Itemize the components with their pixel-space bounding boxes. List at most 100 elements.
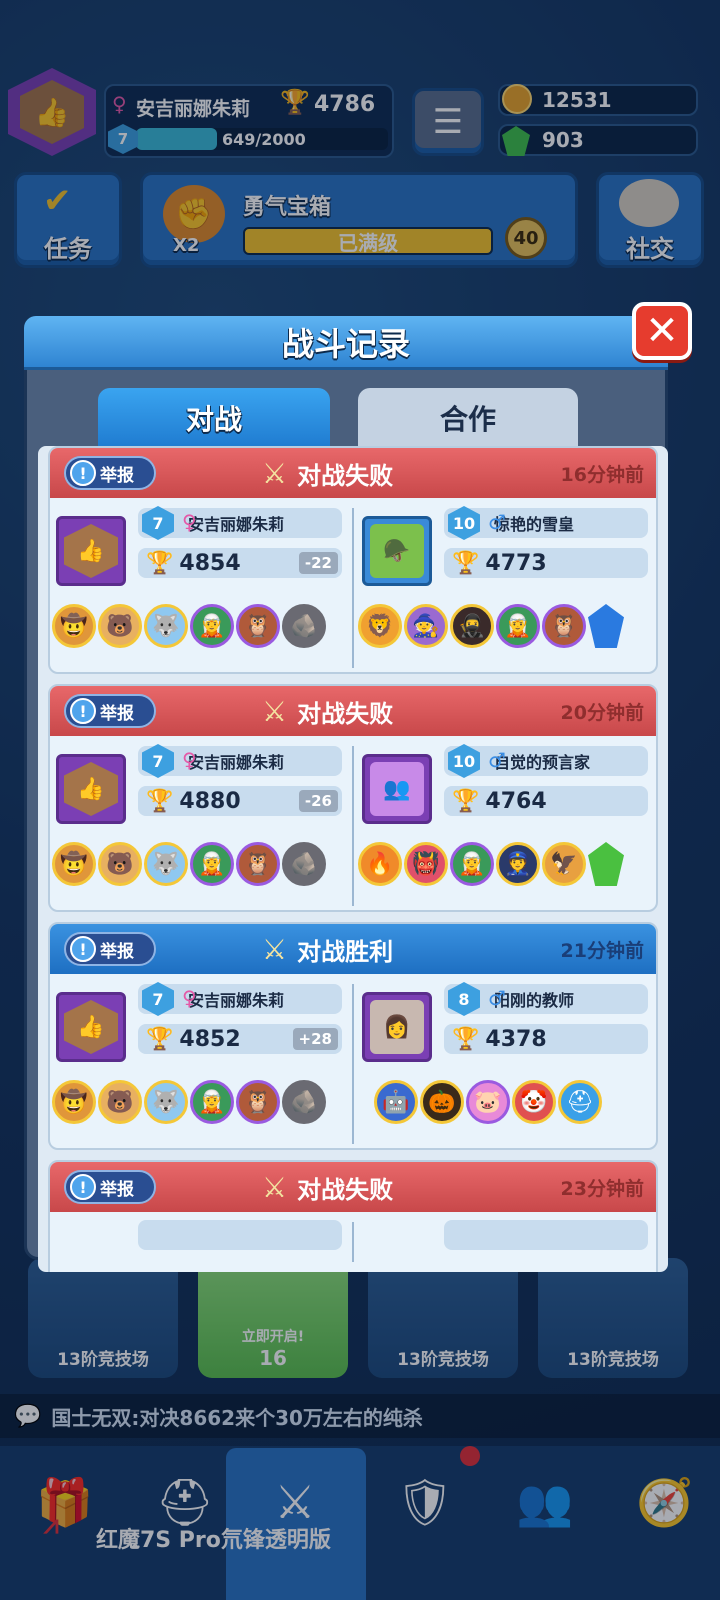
opponent-avatar[interactable]: 👩 bbox=[362, 992, 432, 1062]
trophy-icon: 🏆 bbox=[146, 1026, 174, 1052]
battle-time: 16分钟前 bbox=[560, 464, 644, 486]
unit-icon: 🦉 bbox=[236, 842, 280, 886]
unit-icon: 👹 bbox=[404, 842, 448, 886]
unit-icon: 🧝 bbox=[190, 1080, 234, 1124]
unit-icon: 🤡 bbox=[512, 1080, 556, 1124]
crossed-swords-icon: ⚔ bbox=[262, 456, 288, 490]
female-icon: ♀ bbox=[182, 748, 197, 772]
battle-result: 对战失败 bbox=[297, 1175, 394, 1204]
player-avatar[interactable]: 👍 bbox=[56, 754, 126, 824]
battle-result: 对战失败 bbox=[297, 461, 394, 490]
opponent-avatar[interactable]: 👥 bbox=[362, 754, 432, 824]
close-button[interactable]: ✕ bbox=[632, 302, 692, 360]
battle-card: ! 举报 ⚔ 对战失败 16分钟前 👍 安吉丽娜朱莉 7 ♀ 🏆 4854 -22 🤠… bbox=[48, 446, 658, 674]
male-icon: ♂ bbox=[488, 748, 506, 772]
trophy-icon: 🏆 bbox=[452, 550, 480, 576]
shield-alert-icon: ! bbox=[70, 698, 96, 724]
my-player: 👍 安吉丽娜朱莉 7 ♀ 🏆 4852 +28 🤠 🐻 🐺 🧝 🦉 🪨 bbox=[50, 982, 346, 1142]
trophy-icon: 🏆 bbox=[146, 550, 174, 576]
player-avatar[interactable]: 👍 bbox=[56, 516, 126, 586]
battle-card-header: ! 举报 ⚔ 对战失败 16分钟前 bbox=[50, 448, 656, 498]
trophy-box: 🏆 4880 -26 bbox=[138, 786, 342, 816]
trophy-box: 🏆 4378 bbox=[444, 1024, 648, 1054]
trophy-delta: +28 bbox=[292, 1028, 338, 1050]
trophy-box: 🏆 4773 bbox=[444, 548, 648, 578]
report-button[interactable]: ! 举报 bbox=[64, 1170, 156, 1204]
unit-icon: 🦉 bbox=[236, 604, 280, 648]
unit-icon: 🦁 bbox=[358, 604, 402, 648]
green-crystal-icon bbox=[588, 842, 624, 886]
unit-icon: 🤠 bbox=[52, 842, 96, 886]
unit-deck: 🦁 🧙 🥷 🧝 🦉 bbox=[358, 604, 654, 654]
unit-icon: 🥷 bbox=[450, 604, 494, 648]
report-button[interactable]: ! 举报 bbox=[64, 932, 156, 966]
my-player: 👍 安吉丽娜朱莉 7 ♀ 🏆 4880 -26 🤠 🐻 🐺 🧝 🦉 🪨 bbox=[50, 744, 346, 904]
player-name-box bbox=[138, 1220, 342, 1250]
unit-icon: 🐻 bbox=[98, 842, 142, 886]
shield-alert-icon: ! bbox=[70, 936, 96, 962]
player-name: 安吉丽娜朱莉 bbox=[188, 991, 285, 1010]
player-trophies: 4880 bbox=[179, 788, 241, 814]
opponent-name: 惊艳的雪皇 bbox=[494, 515, 575, 534]
battle-time: 20分钟前 bbox=[560, 702, 644, 724]
tab-pvp[interactable]: 对战 bbox=[98, 388, 330, 448]
crossed-swords-icon: ⚔ bbox=[262, 694, 288, 728]
player-trophies: 4852 bbox=[179, 1026, 241, 1052]
battle-card: ! 举报 ⚔ 对战失败 20分钟前 👍 安吉丽娜朱莉 7 ♀ 🏆 4880 -26 🤠… bbox=[48, 684, 658, 912]
opponent-trophies: 4764 bbox=[485, 788, 547, 814]
divider bbox=[352, 746, 354, 906]
shield-alert-icon: ! bbox=[70, 460, 96, 486]
unit-icon: 🐷 bbox=[466, 1080, 510, 1124]
unit-icon: 🧝 bbox=[496, 604, 540, 648]
unit-deck: 🤠 🐻 🐺 🧝 🦉 🪨 bbox=[52, 842, 348, 892]
battle-time: 21分钟前 bbox=[560, 940, 644, 962]
tab-coop[interactable]: 合作 bbox=[358, 388, 578, 448]
crossed-swords-icon: ⚔ bbox=[262, 1170, 288, 1204]
male-icon: ♂ bbox=[488, 510, 506, 534]
trophy-box: 🏆 4854 -22 bbox=[138, 548, 342, 578]
unit-icon: 🤠 bbox=[52, 1080, 96, 1124]
trophy-box: 🏆 4764 bbox=[444, 786, 648, 816]
report-label: 举报 bbox=[100, 703, 134, 724]
trophy-icon: 🏆 bbox=[452, 1026, 480, 1052]
trophy-icon: 🏆 bbox=[146, 788, 174, 814]
trophy-delta: -26 bbox=[298, 790, 338, 812]
unit-icon: 🤠 bbox=[52, 604, 96, 648]
opponent-trophies: 4773 bbox=[485, 550, 547, 576]
female-icon: ♀ bbox=[182, 510, 197, 534]
report-button[interactable]: ! 举报 bbox=[64, 456, 156, 490]
divider bbox=[352, 984, 354, 1144]
unit-icon: 🤖 bbox=[374, 1080, 418, 1124]
unit-icon: 👮 bbox=[496, 842, 540, 886]
player-avatar[interactable]: 👍 bbox=[56, 992, 126, 1062]
report-label: 举报 bbox=[100, 1179, 134, 1200]
battle-card-header: ! 举报 ⚔ 对战失败 20分钟前 bbox=[50, 686, 656, 736]
opponent-player: 👩 阳刚的教师 8 ♂ 🏆 4378 🤖 🎃 🐷 🤡 ⛑ bbox=[356, 982, 652, 1142]
report-label: 举报 bbox=[100, 941, 134, 962]
unit-icon: 🧝 bbox=[190, 604, 234, 648]
player-trophies: 4854 bbox=[179, 550, 241, 576]
unit-icon: 🔥 bbox=[358, 842, 402, 886]
unit-icon: 🦅 bbox=[542, 842, 586, 886]
female-icon: ♀ bbox=[182, 986, 197, 1010]
opponent-trophies: 4378 bbox=[485, 1026, 547, 1052]
battle-list[interactable]: ! 举报 ⚔ 对战失败 16分钟前 👍 安吉丽娜朱莉 7 ♀ 🏆 4854 -22 🤠… bbox=[38, 446, 668, 1272]
battle-card: ! 举报 ⚔ 对战失败 23分钟前 bbox=[48, 1160, 658, 1272]
unit-icon: 🧝 bbox=[190, 842, 234, 886]
report-button[interactable]: ! 举报 bbox=[64, 694, 156, 728]
unit-icon: 🐺 bbox=[144, 1080, 188, 1124]
opponent-player: 🪖 惊艳的雪皇 10 ♂ 🏆 4773 🦁 🧙 🥷 🧝 🦉 bbox=[356, 506, 652, 666]
unit-icon: 🎃 bbox=[420, 1080, 464, 1124]
battle-time: 23分钟前 bbox=[560, 1178, 644, 1200]
rock-icon: 🪨 bbox=[282, 1080, 326, 1124]
opponent-avatar[interactable]: 🪖 bbox=[362, 516, 432, 586]
shield-alert-icon: ! bbox=[70, 1174, 96, 1200]
battle-result: 对战胜利 bbox=[297, 937, 394, 966]
unit-icon: 🧝 bbox=[450, 842, 494, 886]
unit-icon: 🧙 bbox=[404, 604, 448, 648]
player-name: 安吉丽娜朱莉 bbox=[188, 515, 285, 534]
opponent-player: 👥 自觉的预言家 10 ♂ 🏆 4764 🔥 👹 🧝 👮 🦅 bbox=[356, 744, 652, 904]
opponent-name: 自觉的预言家 bbox=[494, 753, 591, 772]
unit-deck: 🤖 🎃 🐷 🤡 ⛑ bbox=[374, 1080, 656, 1130]
crossed-swords-icon: ⚔ bbox=[262, 932, 288, 966]
